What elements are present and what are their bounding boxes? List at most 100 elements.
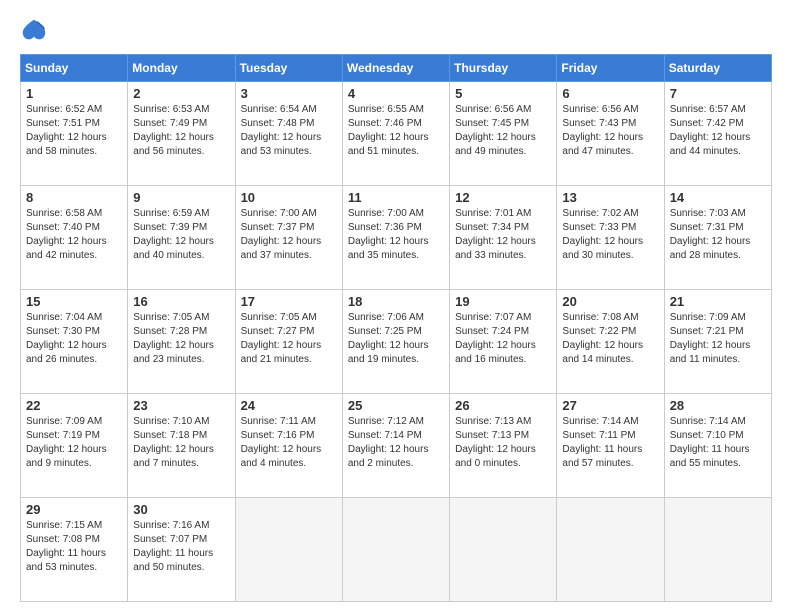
calendar-day-cell <box>342 498 449 602</box>
calendar-day-cell: 24Sunrise: 7:11 AMSunset: 7:16 PMDayligh… <box>235 394 342 498</box>
day-content: Sunrise: 7:02 AMSunset: 7:33 PMDaylight:… <box>562 207 658 263</box>
day-content: Sunrise: 7:00 AMSunset: 7:37 PMDaylight:… <box>241 207 337 263</box>
day-content: Sunrise: 7:14 AMSunset: 7:11 PMDaylight:… <box>562 415 658 471</box>
day-number: 20 <box>562 294 658 309</box>
calendar-day-cell: 1 Sunrise: 6:52 AMSunset: 7:51 PMDaylight… <box>21 82 128 186</box>
calendar-day-cell <box>557 498 664 602</box>
day-content: Sunrise: 7:16 AMSunset: 7:07 PMDaylight:… <box>133 519 229 575</box>
day-number: 6 <box>562 86 658 101</box>
col-wednesday: Wednesday <box>342 55 449 82</box>
col-tuesday: Tuesday <box>235 55 342 82</box>
day-content: Sunrise: 7:01 AMSunset: 7:34 PMDaylight:… <box>455 207 551 263</box>
calendar-day-cell: 2 Sunrise: 6:53 AMSunset: 7:49 PMDaylight… <box>128 82 235 186</box>
calendar-week-row: 15 Sunrise: 7:04 AMSunset: 7:30 PMDayligh… <box>21 290 772 394</box>
day-content: Sunrise: 7:08 AMSunset: 7:22 PMDaylight:… <box>562 311 658 367</box>
day-number: 26 <box>455 398 551 413</box>
day-content: Sunrise: 6:56 AMSunset: 7:43 PMDaylight:… <box>562 103 658 159</box>
day-number: 30 <box>133 502 229 517</box>
calendar-day-cell: 15 Sunrise: 7:04 AMSunset: 7:30 PMDayligh… <box>21 290 128 394</box>
day-number: 2 <box>133 86 229 101</box>
calendar-day-cell: 7Sunrise: 6:57 AMSunset: 7:42 PMDaylight… <box>664 82 771 186</box>
day-number: 25 <box>348 398 444 413</box>
calendar-day-cell: 21 Sunrise: 7:09 AMSunset: 7:21 PMDayligh… <box>664 290 771 394</box>
day-content: Sunrise: 6:58 AMSunset: 7:40 PMDaylight:… <box>26 207 122 263</box>
calendar-header-row: Sunday Monday Tuesday Wednesday Thursday… <box>21 55 772 82</box>
calendar-day-cell: 25Sunrise: 7:12 AMSunset: 7:14 PMDayligh… <box>342 394 449 498</box>
calendar-day-cell: 22 Sunrise: 7:09 AMSunset: 7:19 PMDayligh… <box>21 394 128 498</box>
day-content: Sunrise: 6:59 AMSunset: 7:39 PMDaylight:… <box>133 207 229 263</box>
calendar-day-cell: 10 Sunrise: 7:00 AMSunset: 7:37 PMDayligh… <box>235 186 342 290</box>
day-number: 27 <box>562 398 658 413</box>
day-number: 21 <box>670 294 766 309</box>
calendar-day-cell: 4 Sunrise: 6:55 AMSunset: 7:46 PMDaylight… <box>342 82 449 186</box>
day-number: 12 <box>455 190 551 205</box>
calendar-week-row: 29 Sunrise: 7:15 AMSunset: 7:08 PMDayligh… <box>21 498 772 602</box>
day-number: 5 <box>455 86 551 101</box>
col-sunday: Sunday <box>21 55 128 82</box>
day-number: 18 <box>348 294 444 309</box>
calendar-day-cell <box>450 498 557 602</box>
col-monday: Monday <box>128 55 235 82</box>
day-content: Sunrise: 7:15 AMSunset: 7:08 PMDaylight:… <box>26 519 122 575</box>
day-content: Sunrise: 6:56 AMSunset: 7:45 PMDaylight:… <box>455 103 551 159</box>
calendar-day-cell: 9 Sunrise: 6:59 AMSunset: 7:39 PMDaylight… <box>128 186 235 290</box>
calendar-day-cell: 13 Sunrise: 7:02 AMSunset: 7:33 PMDayligh… <box>557 186 664 290</box>
calendar-week-row: 1 Sunrise: 6:52 AMSunset: 7:51 PMDaylight… <box>21 82 772 186</box>
day-content: Sunrise: 6:52 AMSunset: 7:51 PMDaylight:… <box>26 103 122 159</box>
day-content: Sunrise: 7:11 AMSunset: 7:16 PMDaylight:… <box>241 415 337 471</box>
calendar-day-cell: 20 Sunrise: 7:08 AMSunset: 7:22 PMDayligh… <box>557 290 664 394</box>
calendar-day-cell: 18 Sunrise: 7:06 AMSunset: 7:25 PMDayligh… <box>342 290 449 394</box>
day-number: 10 <box>241 190 337 205</box>
calendar-day-cell: 12 Sunrise: 7:01 AMSunset: 7:34 PMDayligh… <box>450 186 557 290</box>
calendar-day-cell: 11 Sunrise: 7:00 AMSunset: 7:36 PMDayligh… <box>342 186 449 290</box>
calendar-day-cell: 19 Sunrise: 7:07 AMSunset: 7:24 PMDayligh… <box>450 290 557 394</box>
calendar-day-cell: 16Sunrise: 7:05 AMSunset: 7:28 PMDayligh… <box>128 290 235 394</box>
day-content: Sunrise: 6:55 AMSunset: 7:46 PMDaylight:… <box>348 103 444 159</box>
day-content: Sunrise: 7:06 AMSunset: 7:25 PMDaylight:… <box>348 311 444 367</box>
day-content: Sunrise: 7:09 AMSunset: 7:19 PMDaylight:… <box>26 415 122 471</box>
calendar-day-cell: 3 Sunrise: 6:54 AMSunset: 7:48 PMDaylight… <box>235 82 342 186</box>
day-content: Sunrise: 7:04 AMSunset: 7:30 PMDaylight:… <box>26 311 122 367</box>
day-content: Sunrise: 7:05 AMSunset: 7:28 PMDaylight:… <box>133 311 229 367</box>
day-number: 4 <box>348 86 444 101</box>
day-number: 23 <box>133 398 229 413</box>
calendar-day-cell: 6 Sunrise: 6:56 AMSunset: 7:43 PMDaylight… <box>557 82 664 186</box>
header <box>20 16 772 44</box>
calendar-day-cell: 29 Sunrise: 7:15 AMSunset: 7:08 PMDayligh… <box>21 498 128 602</box>
calendar-week-row: 22 Sunrise: 7:09 AMSunset: 7:19 PMDayligh… <box>21 394 772 498</box>
day-number: 8 <box>26 190 122 205</box>
day-content: Sunrise: 6:57 AMSunset: 7:42 PMDaylight:… <box>670 103 766 159</box>
day-content: Sunrise: 7:09 AMSunset: 7:21 PMDaylight:… <box>670 311 766 367</box>
day-number: 1 <box>26 86 122 101</box>
day-content: Sunrise: 6:54 AMSunset: 7:48 PMDaylight:… <box>241 103 337 159</box>
day-content: Sunrise: 6:53 AMSunset: 7:49 PMDaylight:… <box>133 103 229 159</box>
day-content: Sunrise: 7:05 AMSunset: 7:27 PMDaylight:… <box>241 311 337 367</box>
day-number: 22 <box>26 398 122 413</box>
col-friday: Friday <box>557 55 664 82</box>
day-number: 15 <box>26 294 122 309</box>
calendar-table: Sunday Monday Tuesday Wednesday Thursday… <box>20 54 772 602</box>
calendar-day-cell: 5 Sunrise: 6:56 AMSunset: 7:45 PMDaylight… <box>450 82 557 186</box>
calendar-day-cell <box>235 498 342 602</box>
day-content: Sunrise: 7:03 AMSunset: 7:31 PMDaylight:… <box>670 207 766 263</box>
day-content: Sunrise: 7:00 AMSunset: 7:36 PMDaylight:… <box>348 207 444 263</box>
day-number: 14 <box>670 190 766 205</box>
day-number: 29 <box>26 502 122 517</box>
day-number: 3 <box>241 86 337 101</box>
col-saturday: Saturday <box>664 55 771 82</box>
day-number: 13 <box>562 190 658 205</box>
col-thursday: Thursday <box>450 55 557 82</box>
day-content: Sunrise: 7:13 AMSunset: 7:13 PMDaylight:… <box>455 415 551 471</box>
calendar-day-cell: 27 Sunrise: 7:14 AMSunset: 7:11 PMDayligh… <box>557 394 664 498</box>
calendar-day-cell <box>664 498 771 602</box>
logo-icon <box>20 16 48 44</box>
calendar-day-cell: 14 Sunrise: 7:03 AMSunset: 7:31 PMDayligh… <box>664 186 771 290</box>
day-number: 19 <box>455 294 551 309</box>
day-number: 9 <box>133 190 229 205</box>
calendar-day-cell: 17Sunrise: 7:05 AMSunset: 7:27 PMDayligh… <box>235 290 342 394</box>
day-content: Sunrise: 7:07 AMSunset: 7:24 PMDaylight:… <box>455 311 551 367</box>
day-number: 11 <box>348 190 444 205</box>
day-content: Sunrise: 7:10 AMSunset: 7:18 PMDaylight:… <box>133 415 229 471</box>
calendar-day-cell: 28Sunrise: 7:14 AMSunset: 7:10 PMDayligh… <box>664 394 771 498</box>
calendar-week-row: 8 Sunrise: 6:58 AMSunset: 7:40 PMDaylight… <box>21 186 772 290</box>
